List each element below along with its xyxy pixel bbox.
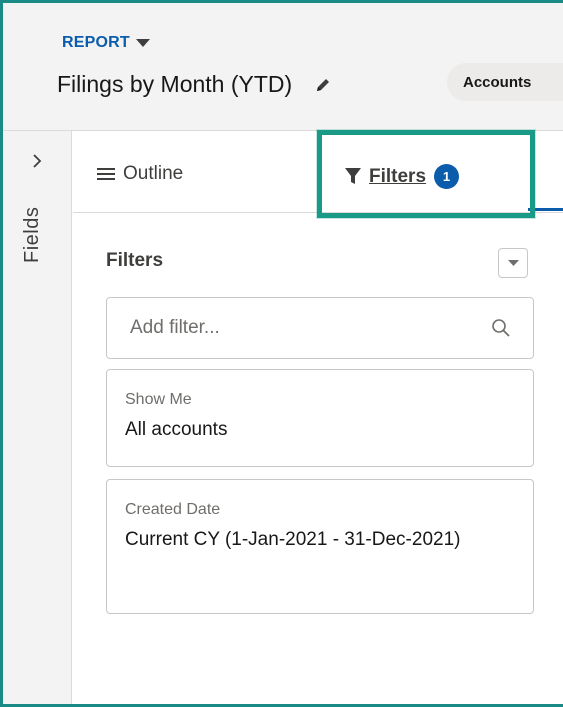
search-icon [492,319,510,337]
funnel-icon [345,168,361,184]
filters-count-badge: 1 [434,164,460,189]
report-title: Filings by Month (YTD) [57,71,293,97]
filters-menu-button[interactable] [498,248,528,278]
filter-card-created-date[interactable]: Created Date Current CY (1-Jan-2021 - 31… [106,479,534,614]
add-filter-search[interactable] [106,297,534,359]
chevron-right-icon[interactable] [30,153,44,169]
chevron-down-icon[interactable] [135,38,150,48]
fields-rail-label[interactable]: Fields [21,207,44,263]
panel-tabs: Outline Filters 1 [73,131,563,213]
add-filter-input[interactable] [108,299,478,357]
active-tab-indicator [528,208,563,211]
report-type-menu[interactable]: REPORT [62,34,150,52]
report-type-chip: Accounts [447,63,563,101]
chevron-down-icon [507,259,519,266]
pencil-icon[interactable] [312,74,334,96]
list-icon [97,168,115,180]
title-row: Filings by Month (YTD) [57,71,334,98]
fields-rail[interactable]: Fields [3,131,72,704]
filter-label: Show Me [125,391,192,408]
report-builder-frame: REPORT Filings by Month (YTD) Accounts F… [0,0,563,707]
filter-label: Created Date [125,501,221,518]
filters-panel-title: Filters [106,250,164,271]
tab-filters-label: Filters [369,165,427,187]
tab-outline[interactable]: Outline [97,163,183,185]
report-header: REPORT Filings by Month (YTD) Accounts [3,3,563,131]
tab-outline-label: Outline [123,163,184,184]
filter-card-show-me[interactable]: Show Me All accounts [106,369,534,467]
tab-filters[interactable]: Filters 1 [345,164,460,189]
report-type-label: REPORT [62,34,130,51]
filter-value: All accounts [125,419,228,440]
filter-value: Current CY (1-Jan-2021 - 31-Dec-2021) [125,529,461,550]
chip-label: Accounts [463,73,532,91]
